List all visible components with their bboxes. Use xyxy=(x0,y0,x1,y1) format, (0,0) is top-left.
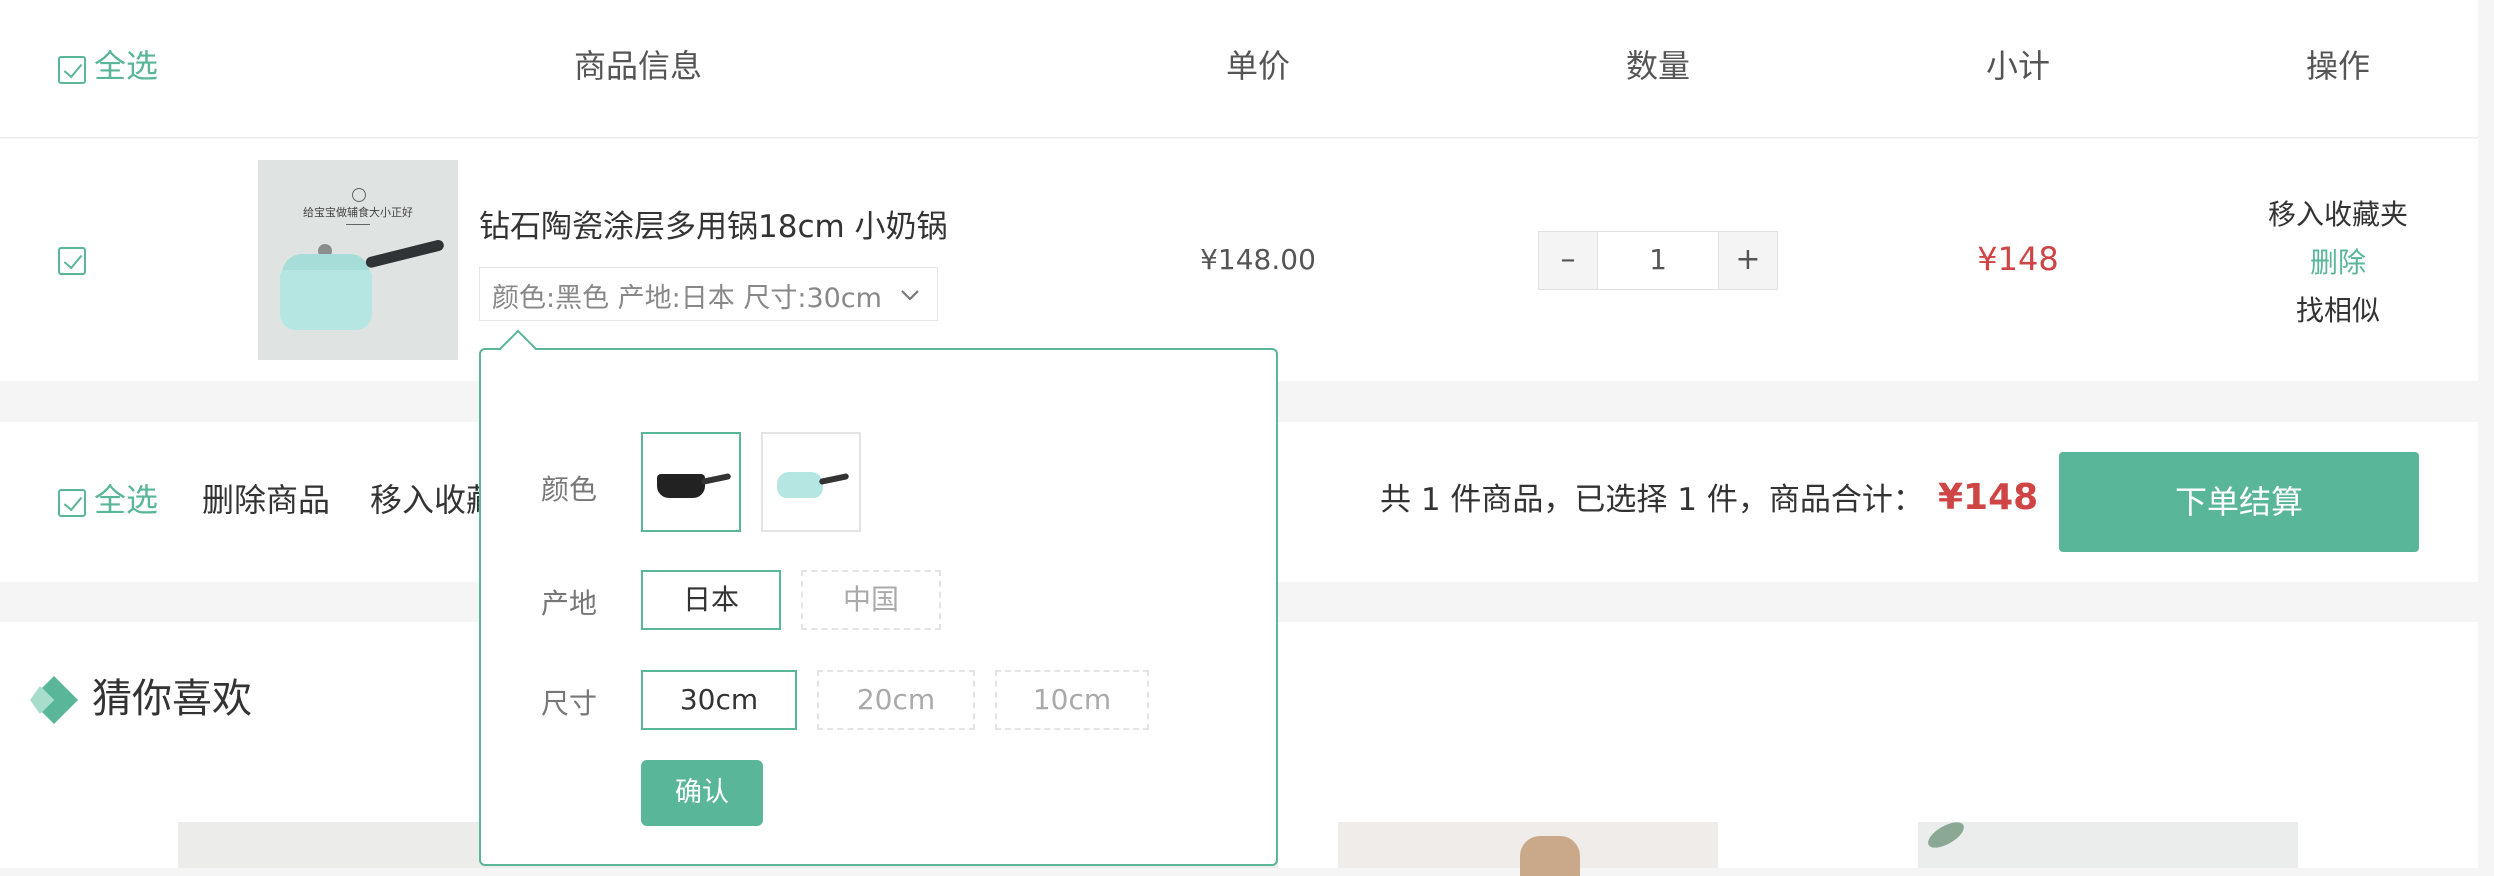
cart-header: 全选 商品信息 单价 数量 小计 操作 xyxy=(0,0,2478,138)
item-subtotal: ¥148 xyxy=(1977,240,2059,278)
mint-pot-handle xyxy=(818,472,850,486)
recommend-title: 猜你喜欢 xyxy=(92,676,252,722)
diamond-icon xyxy=(30,676,78,724)
footer-select-all-checkbox[interactable] xyxy=(58,489,86,517)
col-header-info: 商品信息 xyxy=(573,47,703,85)
origin-label: 产地 xyxy=(541,587,598,620)
product-image[interactable]: 给宝宝做辅食大小正好 xyxy=(258,160,458,360)
recommend-card-4[interactable] xyxy=(1918,817,2298,868)
cart-summary: 共 1 件商品，已选择 1 件，商品合计： xyxy=(1380,482,1924,518)
black-pot-handle xyxy=(700,472,732,486)
mint-pot-body xyxy=(777,472,823,498)
decrease-qty-button[interactable]: – xyxy=(1538,231,1598,290)
black-pot-body xyxy=(657,474,705,498)
product-photo-shape xyxy=(1520,836,1580,876)
size-option-10cm[interactable]: 10cm xyxy=(995,670,1149,730)
origin-option-china[interactable]: 中国 xyxy=(801,570,941,630)
size-label: 尺寸 xyxy=(541,687,598,720)
brand-mark-icon xyxy=(352,188,366,202)
caption-divider xyxy=(346,224,370,225)
size-option-30cm[interactable]: 30cm xyxy=(641,670,797,730)
col-header-price: 单价 xyxy=(1225,47,1291,85)
cart-item-row: 给宝宝做辅食大小正好 钻石陶瓷涂层多用锅18cm 小奶锅 颜色:黑色 产地:日本… xyxy=(0,139,2478,381)
item-checkbox[interactable] xyxy=(58,247,86,275)
confirm-button[interactable]: 确认 xyxy=(641,760,763,826)
chevron-down-icon xyxy=(901,290,919,301)
product-name[interactable]: 钻石陶瓷涂层多用锅18cm 小奶锅 xyxy=(479,201,948,246)
color-option-black[interactable] xyxy=(641,432,741,532)
checkout-button[interactable]: 下单结算 xyxy=(2059,452,2419,552)
pot-body xyxy=(280,270,372,330)
cart-total: ¥148 xyxy=(1938,477,2039,518)
size-option-20cm[interactable]: 20cm xyxy=(817,670,975,730)
color-label: 颜色 xyxy=(541,473,598,506)
spec-popup: 颜色 产地 日本 中国 尺寸 30cm 20cm 10cm 确认 xyxy=(479,329,1278,866)
col-header-action: 操作 xyxy=(2305,47,2371,85)
move-to-favorites-link[interactable]: 移入收藏夹 xyxy=(2268,193,2408,233)
select-all-checkbox[interactable] xyxy=(58,56,86,84)
footer-select-all-label[interactable]: 全选 xyxy=(94,480,158,520)
recommend-card-3[interactable] xyxy=(1338,822,1718,876)
spec-text: 颜色:黑色 产地:日本 尺寸:30cm xyxy=(492,283,882,314)
delete-item-link[interactable]: 删除 xyxy=(2310,241,2366,281)
find-similar-link[interactable]: 找相似 xyxy=(2296,289,2380,329)
increase-qty-button[interactable]: + xyxy=(1718,231,1778,290)
color-option-mint[interactable] xyxy=(761,432,861,532)
spec-selector[interactable]: 颜色:黑色 产地:日本 尺寸:30cm xyxy=(479,267,938,321)
col-header-subtotal: 小计 xyxy=(1985,47,2051,85)
product-photo-leaf xyxy=(1924,817,1968,853)
pot-handle xyxy=(364,238,445,269)
unit-price: ¥148.00 xyxy=(1200,243,1316,276)
col-header-qty: 数量 xyxy=(1625,47,1691,85)
select-all-label[interactable]: 全选 xyxy=(94,46,158,86)
qty-input[interactable]: 1 xyxy=(1597,231,1719,290)
product-image-caption: 给宝宝做辅食大小正好 xyxy=(303,206,413,219)
delete-selected-button[interactable]: 删除商品 xyxy=(202,480,330,520)
origin-option-japan[interactable]: 日本 xyxy=(641,570,781,630)
